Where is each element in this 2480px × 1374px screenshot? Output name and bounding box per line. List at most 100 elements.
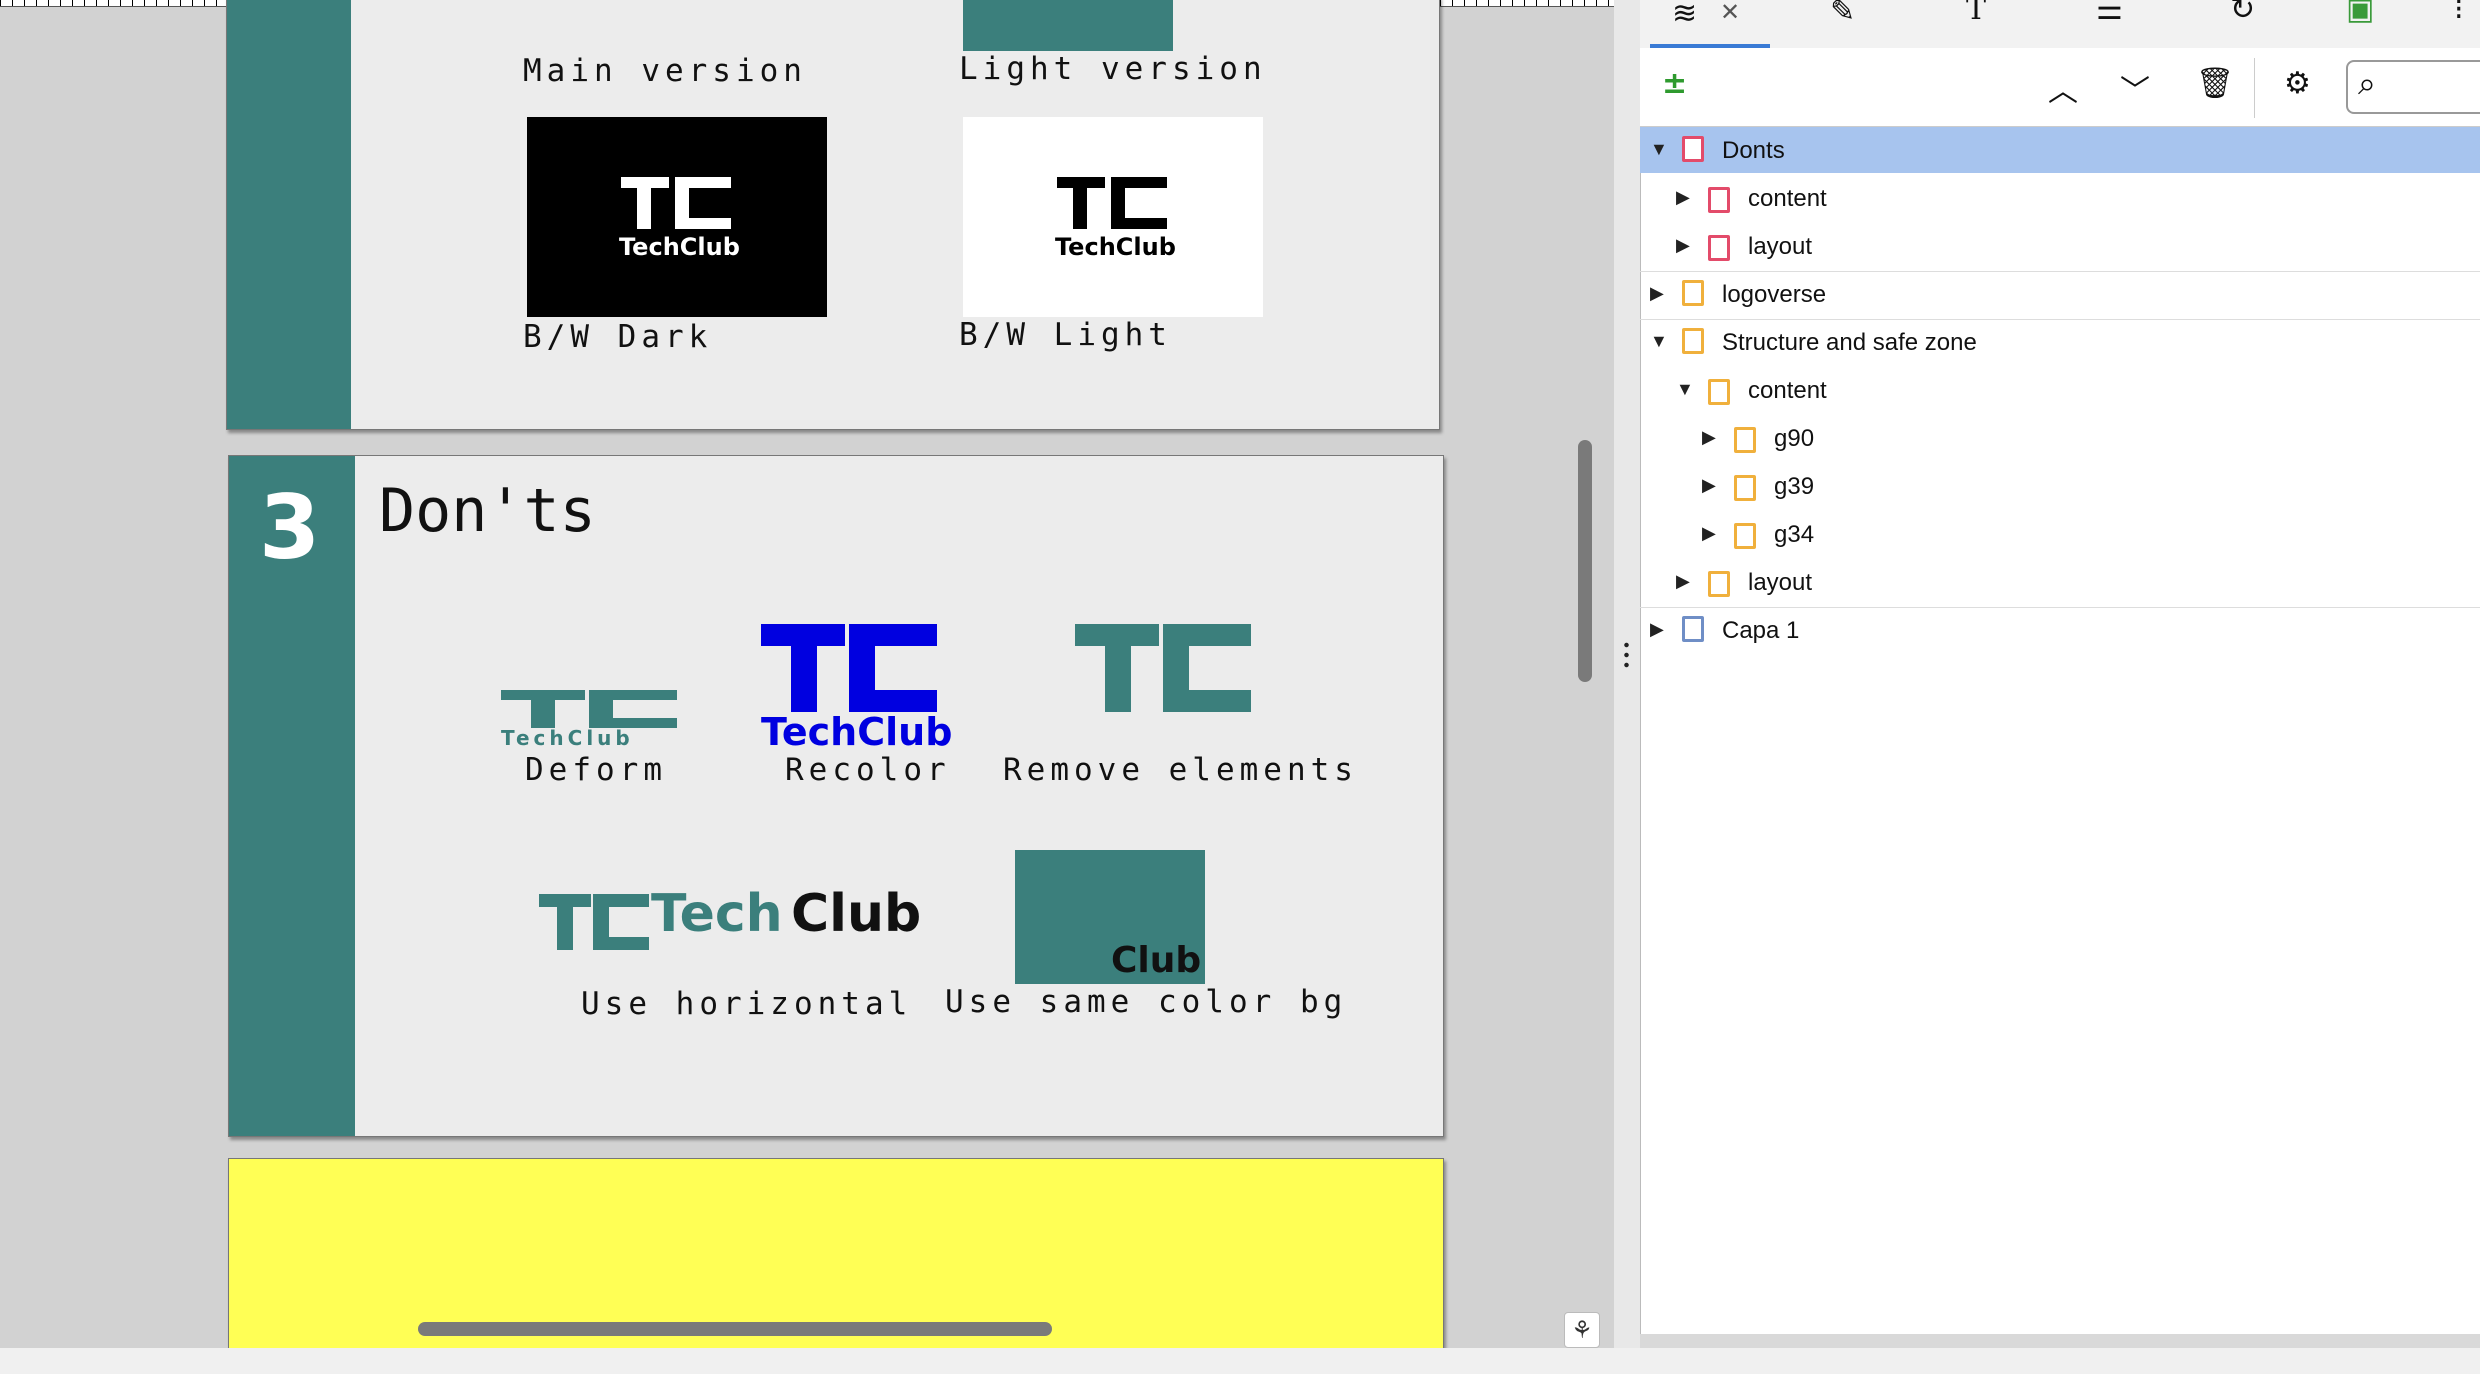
close-icon[interactable]: ✕ xyxy=(1720,0,1740,26)
folder-icon xyxy=(1734,475,1756,501)
logo-t-stem xyxy=(791,624,817,712)
section-number: 3 xyxy=(259,476,321,579)
delete-layer-button[interactable]: 🗑 xyxy=(2186,66,2234,110)
folder-icon xyxy=(1734,427,1756,453)
logo-remove-elements[interactable] xyxy=(1075,624,1251,714)
logo-t-stem xyxy=(1073,177,1087,229)
align-icon: ☰ xyxy=(2096,0,2123,27)
expand-triangle-icon[interactable]: ▶ xyxy=(1676,235,1690,256)
status-bar xyxy=(0,1348,2480,1374)
layer-row-g39[interactable]: ▶ g39 xyxy=(1640,463,2480,509)
raise-layer-button[interactable]: ︿ xyxy=(2040,66,2084,110)
tab-text[interactable]: T xyxy=(1956,0,2016,44)
gear-icon: ⚙ xyxy=(2284,66,2311,101)
logo-t-stem xyxy=(531,690,555,728)
layer-row-donts[interactable]: ▼ Donts xyxy=(1640,127,2480,173)
layer-icon xyxy=(1682,328,1704,354)
page-next-section[interactable] xyxy=(228,1158,1444,1348)
deform-label: Deform xyxy=(525,752,667,788)
grip-dots-icon xyxy=(1624,640,1629,670)
expand-triangle-icon[interactable]: ▶ xyxy=(1702,427,1716,448)
logo-t-stem xyxy=(637,177,651,229)
expand-triangle-icon[interactable]: ▼ xyxy=(1650,331,1668,352)
folder-icon xyxy=(1708,379,1730,405)
layer-label: Structure and safe zone xyxy=(1722,329,1977,356)
expand-triangle-icon[interactable]: ▶ xyxy=(1676,571,1690,592)
dock-resize-handle[interactable] xyxy=(1614,0,1640,1348)
logo-c-bottom xyxy=(1111,218,1167,229)
layer-label: content xyxy=(1748,185,1827,212)
layer-row-content[interactable]: ▶ content xyxy=(1640,175,2480,221)
vertical-scrollbar[interactable] xyxy=(1578,440,1592,682)
vertical-divider xyxy=(2254,58,2255,118)
logo-c-bottom xyxy=(1163,690,1251,712)
layer-row-content-2[interactable]: ▼ content xyxy=(1640,367,2480,413)
logo-horizontal[interactable]: Tech Club xyxy=(539,882,921,950)
logo-bw-dark[interactable]: TechClub xyxy=(527,117,827,317)
logo-c-bottom xyxy=(675,218,731,229)
folder-icon xyxy=(1708,235,1730,261)
logo-text: TechClub xyxy=(761,710,953,754)
layer-label: g34 xyxy=(1774,521,1815,548)
logo-c-bottom xyxy=(849,690,937,712)
expand-triangle-icon[interactable]: ▶ xyxy=(1676,187,1690,208)
layer-label: Capa 1 xyxy=(1722,617,1800,644)
settings-button[interactable]: ⚙ xyxy=(2276,66,2320,110)
horizontal-scrollbar[interactable] xyxy=(418,1322,1052,1336)
logo-c-bottom xyxy=(593,937,649,950)
logo-deform[interactable]: TechClub xyxy=(501,690,679,750)
logo-text: TechClub xyxy=(619,233,740,261)
layer-row-g90[interactable]: ▶ g90 xyxy=(1640,415,2480,461)
recolor-label: Recolor xyxy=(785,752,951,788)
expand-triangle-icon[interactable]: ▼ xyxy=(1650,139,1668,160)
logo-t-stem xyxy=(557,894,573,950)
expand-triangle-icon[interactable]: ▶ xyxy=(1650,283,1664,304)
lower-layer-button[interactable]: ﹀ xyxy=(2112,66,2156,110)
layer-icon xyxy=(1682,280,1704,306)
tab-more[interactable]: ⁝ xyxy=(2450,0,2480,44)
image-icon: ▣ xyxy=(2346,0,2375,27)
page-logo-versions[interactable]: Main version Light version TechClub Tech… xyxy=(226,0,1440,430)
layer-row-layout-2[interactable]: ▶ layout xyxy=(1640,559,2480,605)
layer-row-structure[interactable]: ▼ Structure and safe zone xyxy=(1640,319,2480,365)
text-icon: T xyxy=(1966,0,1987,27)
layer-label: layout xyxy=(1748,233,1813,260)
layer-row-g34[interactable]: ▶ g34 xyxy=(1640,511,2480,557)
color-management-icon[interactable]: ⚘ xyxy=(1564,1312,1600,1348)
section-title: Don'ts xyxy=(379,476,596,546)
add-layer-button[interactable]: ± xyxy=(1656,66,1696,108)
layer-label: g39 xyxy=(1774,473,1815,500)
layers-toolbar: ± ︿ ﹀ 🗑 ⚙ ⌕ xyxy=(1640,48,2480,127)
logo-bw-light[interactable]: TechClub xyxy=(963,117,1263,317)
layers-icon: ≋ xyxy=(1672,0,1698,31)
expand-triangle-icon[interactable]: ▶ xyxy=(1650,619,1664,640)
expand-triangle-icon[interactable]: ▶ xyxy=(1702,523,1716,544)
layer-icon xyxy=(1682,136,1704,162)
layer-row-capa-1[interactable]: ▶ Capa 1 xyxy=(1640,607,2480,653)
canvas-area[interactable]: Main version Light version TechClub Tech… xyxy=(0,0,1614,1348)
remove-elements-label: Remove elements xyxy=(1003,752,1358,788)
folder-icon xyxy=(1708,187,1730,213)
folder-icon xyxy=(1708,571,1730,597)
use-same-color-bg-label: Use same color bg xyxy=(945,984,1348,1020)
bw-light-label: B/W Light xyxy=(959,317,1172,353)
layer-row-logoverse[interactable]: ▶ logoverse xyxy=(1640,271,2480,317)
tab-align[interactable]: ☰ xyxy=(2086,0,2146,44)
tab-image[interactable]: ▣ xyxy=(2336,0,2396,44)
more-icon: ⁝ xyxy=(2454,0,2464,27)
layer-row-layout[interactable]: ▶ layout xyxy=(1640,223,2480,269)
logo-recolor[interactable]: TechClub xyxy=(761,624,952,754)
light-version-swatch[interactable] xyxy=(963,0,1173,51)
pen-icon: ✎ xyxy=(1830,0,1856,29)
search-input[interactable]: ⌕ xyxy=(2346,60,2480,114)
main-version-label: Main version xyxy=(523,53,807,89)
tab-pen[interactable]: ✎ xyxy=(1820,0,1880,44)
tab-layers[interactable]: ≋ ✕ xyxy=(1650,0,1770,48)
expand-triangle-icon[interactable]: ▼ xyxy=(1676,379,1694,400)
section-sidebar xyxy=(227,0,351,429)
use-horizontal-label: Use horizontal xyxy=(581,986,913,1022)
tab-transform[interactable]: ↻ xyxy=(2220,0,2280,44)
logo-same-color-bg[interactable]: Club xyxy=(1015,850,1205,984)
expand-triangle-icon[interactable]: ▶ xyxy=(1702,475,1716,496)
page-donts[interactable]: 3 Don'ts TechClub Deform TechClub Recolo… xyxy=(228,455,1444,1137)
